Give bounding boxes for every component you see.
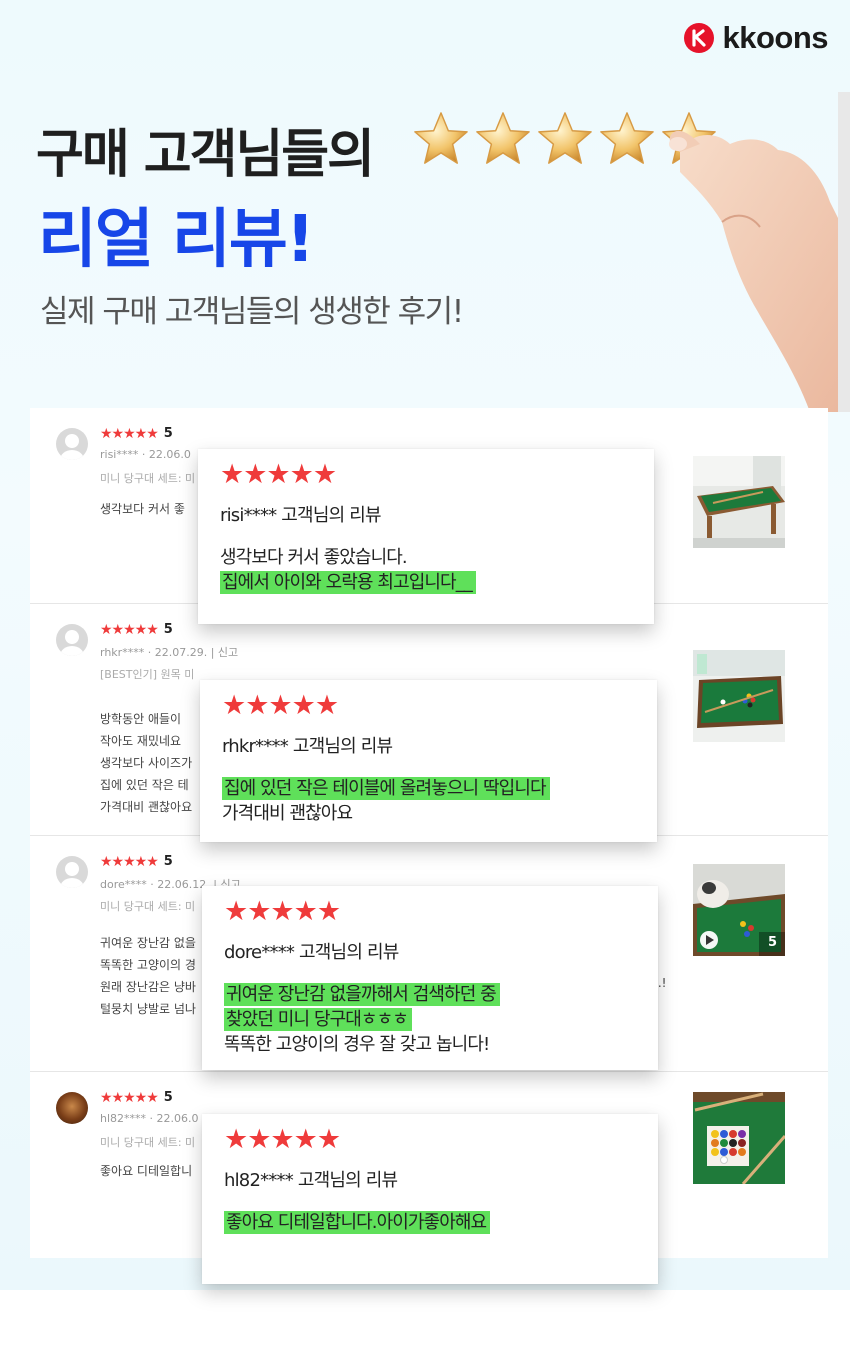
reviewer-id: hl82**** [100,1112,147,1125]
purchase-option: 미니 당구대 세트: 미 [100,472,196,485]
pool-table-photo-icon [693,650,785,742]
review-video-thumbnail[interactable]: 5 [693,864,785,956]
rating-stars: ★★★★★ [100,853,159,870]
brand-logo-mark-icon [684,23,715,53]
callout-heading: hl82**** 고객님의 리뷰 [224,1170,398,1191]
review-date: 22.06.0 [156,1112,199,1125]
callout-rating-stars: ★★★★★ [224,1124,341,1155]
callout-line-highlighted: 집에서 아이와 오락용 최고입니다__ [220,570,634,595]
hand-illustration [669,92,850,412]
media-count: 5 [767,935,777,950]
callout-rating-stars: ★★★★★ [222,690,339,721]
callout-heading: risi**** 고객님의 리뷰 [220,505,382,526]
rating-stars: ★★★★★ [100,425,159,442]
callout-line: 똑똑한 고양이의 경우 잘 갖고 놉니다! [224,1034,490,1055]
avatar [56,428,88,460]
callout-rating-stars: ★★★★★ [224,896,341,927]
avatar [56,856,88,888]
review-date: 22.06.0 [148,448,191,461]
headline-line-2: 리얼 리뷰! [38,203,315,277]
review-photo-thumbnail[interactable] [693,456,785,548]
callout-rating-stars: ★★★★★ [220,459,337,490]
gold-star-icon [476,112,530,164]
callout-heading: rhkr**** 고객님의 리뷰 [222,736,393,757]
callout-line-highlighted: 귀여운 장난감 없을까해서 검색하던 중 [224,982,638,1007]
review-date: 22.07.29. [154,646,208,659]
callout-line-highlighted: 좋아요 디테일합니다.아이가좋아해요 [224,1210,638,1235]
rating-score: 5 [163,1090,173,1105]
review-photo-thumbnail[interactable] [693,1092,785,1184]
avatar [56,1092,88,1124]
review-text: 방학동안 애들이 작아도 재밌네요 생각보다 사이즈가 집에 있던 작은 테 가… [100,712,193,814]
review-callout-card: ★★★★★ risi**** 고객님의 리뷰 생각보다 커서 좋았습니다. 집에… [198,449,654,624]
pool-table-photo-icon [693,456,785,548]
reviewer-id: rhkr**** [100,646,145,659]
gold-star-icon [414,112,468,164]
report-link[interactable]: 신고 [218,646,238,659]
review-photo-thumbnail[interactable] [693,650,785,742]
rating-score: 5 [163,622,173,637]
callout-line-highlighted: 찾았던 미니 당구대ㅎㅎㅎ [224,1007,638,1032]
review-callout-card: ★★★★★ rhkr**** 고객님의 리뷰 집에 있던 작은 테이블에 올려놓… [200,680,657,842]
rating-score: 5 [163,854,173,869]
avatar [56,624,88,656]
gold-star-icon [538,112,592,164]
rating-stars: ★★★★★ [100,621,159,638]
brand-logo[interactable]: kkoons [684,20,828,56]
callout-line: 가격대비 괜찮아요 [222,803,353,824]
purchase-option: [BEST인기] 원목 미 [100,668,195,681]
review-text: 귀여운 장난감 없을 똑똑한 고양이의 경 원래 장난감은 냥바 털뭉치 냥발로… [100,936,196,1016]
reviewer-id: risi**** [100,448,139,461]
review-callout-card: ★★★★★ hl82**** 고객님의 리뷰 좋아요 디테일합니다.아이가좋아해… [202,1114,658,1284]
review-text: 좋아요 디테일합니 [100,1164,193,1178]
gold-star-icon [600,112,654,164]
headline-line-1: 구매 고객님들의 [36,125,375,185]
hero-subtitle: 실제 구매 고객님들의 생생한 후기! [40,294,464,330]
callout-line-highlighted: 집에 있던 작은 테이블에 올려놓으니 딱입니다 [222,776,637,801]
review-text: 생각보다 커서 좋 [100,502,185,516]
reviewer-id: dore**** [100,878,147,891]
brand-name: kkoons [722,20,828,55]
rating-score: 5 [163,426,173,441]
purchase-option: 미니 당구대 세트: 미 [100,900,196,913]
purchase-option: 미니 당구대 세트: 미 [100,1136,196,1149]
callout-line: 생각보다 커서 좋았습니다. [220,547,408,568]
rating-stars: ★★★★★ [100,1089,159,1106]
review-callout-card: ★★★★★ dore**** 고객님의 리뷰 귀여운 장난감 없을까해서 검색하… [202,886,658,1070]
billiard-balls-photo-icon [693,1092,785,1184]
callout-heading: dore**** 고객님의 리뷰 [224,942,399,963]
